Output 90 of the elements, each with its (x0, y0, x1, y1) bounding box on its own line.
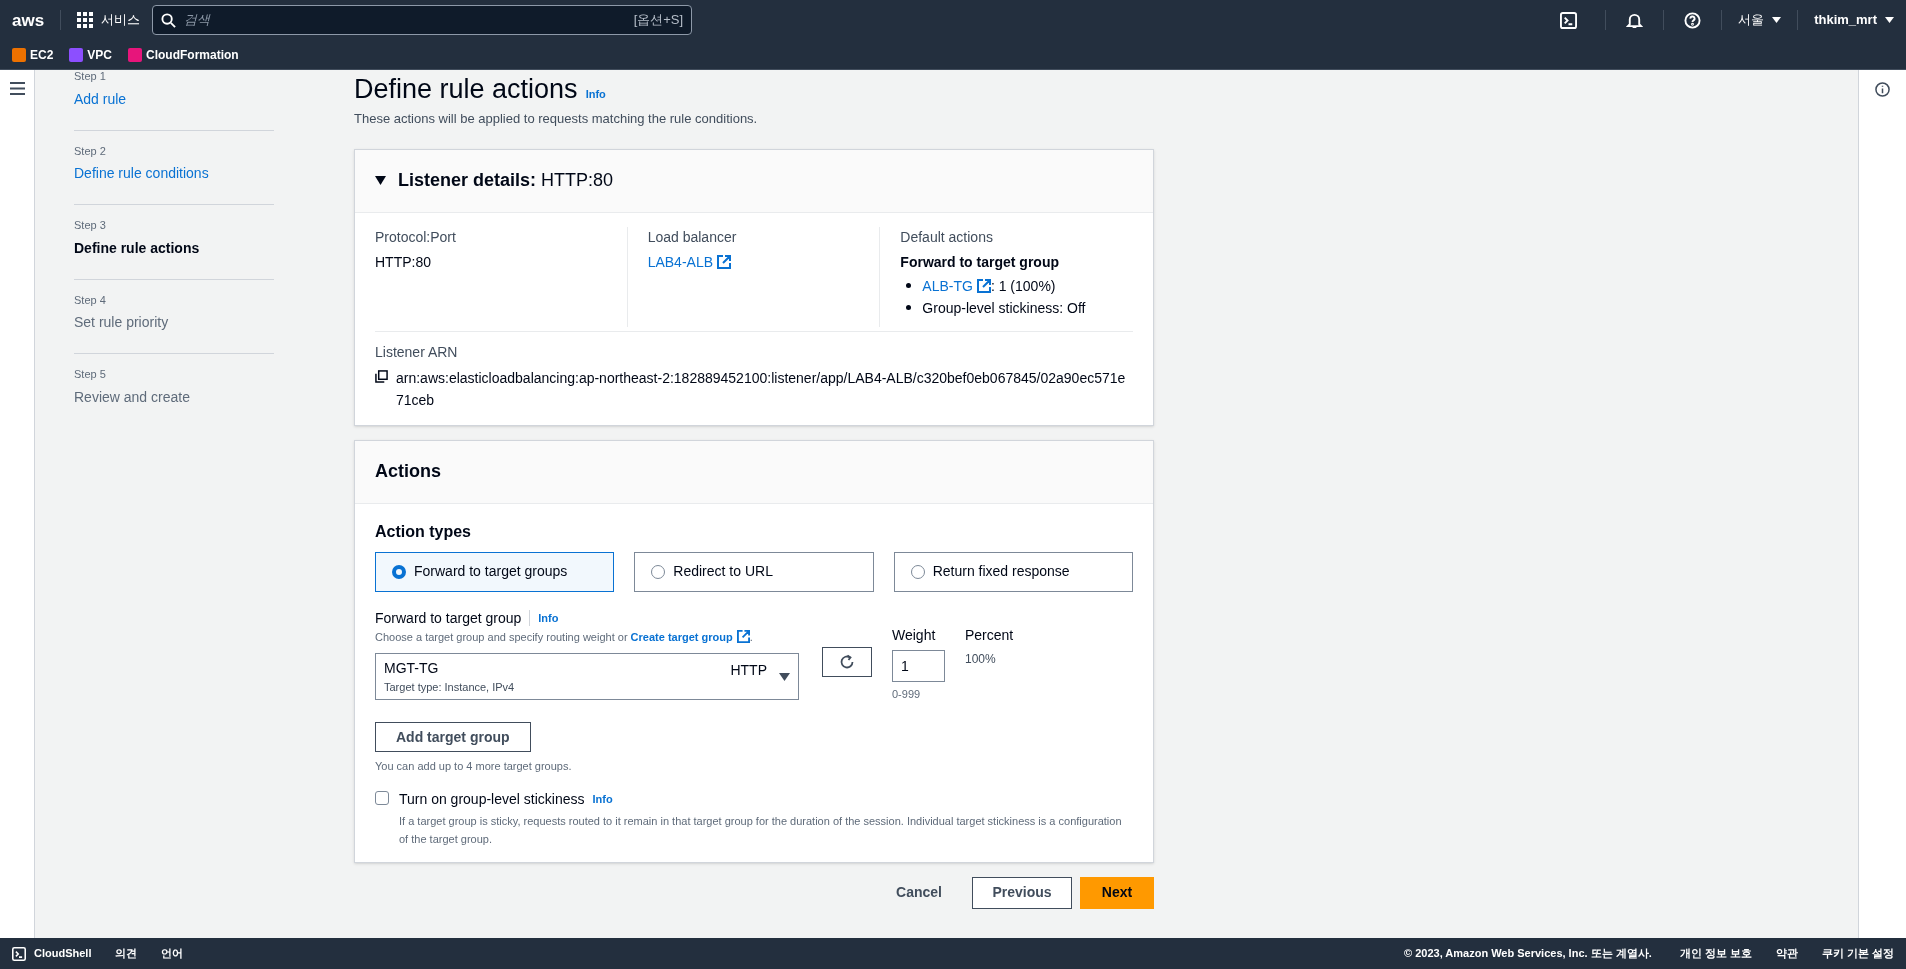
field-label: Weight (892, 625, 937, 645)
footer-link[interactable]: 개인 정보 보호 (1679, 945, 1752, 962)
copyright: © 2023, Amazon Web Services, Inc. 또는 계열사. (1404, 946, 1652, 962)
protocol-label: HTTP (730, 661, 767, 680)
external-link-icon (976, 278, 991, 293)
search-field[interactable]: 검색 [옵션+S] (152, 5, 693, 35)
info-link[interactable]: Info (538, 609, 559, 627)
field-label: Forward to target group (375, 608, 522, 628)
menu-icon[interactable] (9, 82, 25, 95)
field-heading: Forward to target group (900, 252, 1060, 272)
step-number: Step 5 (74, 367, 107, 382)
step-link: Set rule priority (74, 313, 170, 332)
favorite-link[interactable]: CloudFormation (128, 45, 239, 64)
create-target-group-link[interactable]: Create target group (630, 628, 750, 645)
step-link[interactable]: Define rule conditions (74, 163, 274, 184)
caret-icon (1772, 17, 1782, 23)
aws-logo[interactable]: aws (12, 11, 45, 29)
grid-icon (77, 12, 94, 28)
step-number: Step 1 (74, 69, 107, 84)
favorite-link[interactable]: EC2 (12, 45, 54, 64)
search-input[interactable]: 검색 (184, 10, 626, 30)
caret-icon[interactable] (375, 176, 386, 185)
field-hint: Choose a target group and specify routing weight or Create target group . (375, 628, 754, 645)
favorite-link[interactable]: VPC (69, 45, 113, 64)
add-target-group-button[interactable]: Add target group (375, 722, 531, 752)
external-link-icon (736, 630, 750, 644)
list-text: : 1 (100%) (990, 276, 1056, 296)
search-icon (161, 12, 177, 28)
bell-icon[interactable] (1626, 11, 1644, 29)
bullet-icon (906, 283, 912, 288)
cloudshell-button[interactable]: CloudShell (12, 945, 92, 962)
step-link: Review and create (74, 387, 191, 407)
refresh-icon (839, 653, 855, 670)
weight-input[interactable]: 1 (892, 649, 945, 682)
next-button[interactable]: Next (1080, 876, 1154, 909)
page-description: These actions will be applied to requests matching the rule conditions. (354, 110, 759, 128)
caret-icon (779, 672, 790, 681)
help-icon[interactable] (1684, 11, 1702, 29)
select-value: MGT-TG (384, 658, 440, 678)
terminal-icon[interactable] (1560, 11, 1578, 29)
field-value: HTTP:80 (375, 252, 432, 272)
page-title: Define rule actions (354, 73, 578, 106)
footer-link[interactable]: 의견 (115, 945, 138, 962)
bullet-icon (906, 305, 912, 310)
field-label: Listener ARN (375, 342, 459, 362)
step-number: Step 4 (74, 292, 107, 308)
step-link[interactable]: Define rule actions (74, 237, 274, 259)
field-label: Action types (375, 521, 472, 542)
field-label: Default actions (900, 227, 994, 247)
radio-icon (392, 564, 406, 579)
step-number: Step 2 (74, 143, 107, 159)
action-type-option[interactable]: Forward to target groups (375, 551, 615, 592)
info-link[interactable]: Info (585, 86, 606, 103)
checkbox-label: Turn on group-level stickiness (399, 789, 585, 809)
account-menu[interactable]: thkim_mrt (1814, 10, 1894, 30)
checkbox-description: If a target group is sticky, requests routed to it remain in that target group for the duration of the session. Individual target stickiness is a configuration of the target group. (399, 813, 1123, 847)
arn-value: arn:aws:elasticloadbalancing:ap-northeast-2:182889452100:listener/app/LAB4-ALB/c320bef0eb067845/02a90ec571e71ceb (396, 368, 1127, 410)
caret-icon (1885, 17, 1894, 23)
target-group-link[interactable]: ALB-TG (922, 274, 991, 297)
action-type-option[interactable]: Return fixed response (893, 551, 1133, 592)
panel-title: Listener details: HTTP:80 (398, 169, 614, 192)
footer-link[interactable]: 약관 (1775, 945, 1798, 962)
copy-icon[interactable] (375, 369, 388, 383)
field-label: Protocol:Port (375, 227, 457, 247)
refresh-button[interactable] (822, 646, 872, 677)
step-number: Step 3 (74, 218, 107, 233)
load-balancer-link[interactable]: LAB4-ALB (647, 251, 732, 273)
shortcut-hint: [옵션+S] (633, 11, 684, 30)
previous-button[interactable]: Previous (972, 876, 1072, 909)
field-label: Load balancer (647, 227, 738, 247)
field-hint: You can add up to 4 more target groups. (375, 759, 573, 774)
field-hint: 0-999 (892, 686, 922, 702)
target-group-select[interactable]: MGT-TG Target type: Instance, IPv4 HTTP (375, 653, 799, 700)
select-description: Target type: Instance, IPv4 (384, 679, 516, 695)
external-link-icon (717, 255, 732, 269)
region-menu[interactable]: 서울 (1738, 10, 1782, 30)
footer-link[interactable]: 언어 (161, 945, 184, 962)
field-label: Percent (965, 625, 1014, 645)
services-menu[interactable]: 서비스 (77, 10, 141, 30)
list-text: Group-level stickiness: Off (922, 298, 1086, 318)
cancel-button[interactable]: Cancel (888, 882, 950, 903)
info-link[interactable]: Info (592, 790, 613, 808)
terminal-icon (12, 946, 26, 961)
panel-title: Actions (375, 460, 441, 483)
info-icon[interactable] (1875, 82, 1890, 97)
percent-value: 100% (965, 650, 997, 668)
action-type-option[interactable]: Redirect to URL (634, 551, 874, 592)
checkbox[interactable] (375, 790, 389, 805)
footer-link[interactable]: 쿠키 기본 설정 (1821, 945, 1894, 962)
step-link[interactable]: Add rule (74, 88, 274, 110)
